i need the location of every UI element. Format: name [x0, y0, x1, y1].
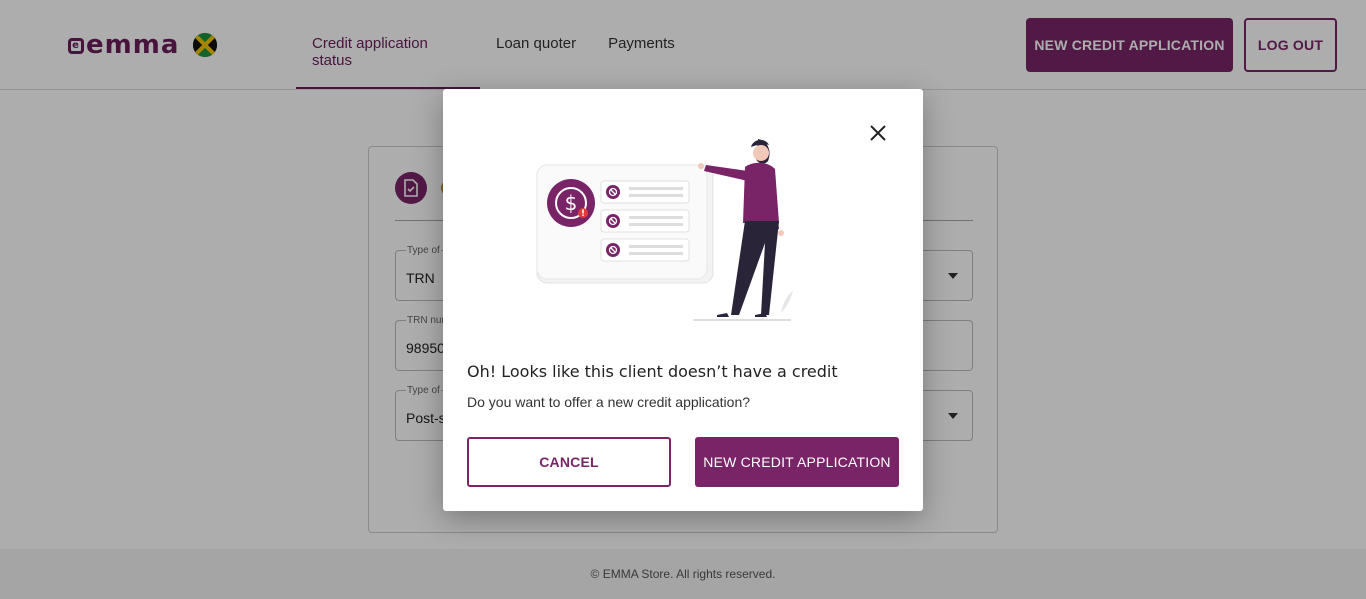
cancel-button[interactable]: CANCEL: [467, 437, 671, 487]
dialog-title: Oh! Looks like this client doesn’t have …: [467, 362, 838, 381]
no-credit-illustration: $: [536, 139, 793, 321]
block-icon: [600, 180, 690, 204]
no-credit-dialog: $ Oh! Looks like this client doesn’t hav…: [443, 89, 923, 511]
new-credit-application-button[interactable]: NEW CREDIT APPLICATION: [695, 437, 899, 487]
svg-text:$: $: [565, 191, 578, 215]
dialog-subtitle: Do you want to offer a new credit applic…: [467, 394, 751, 410]
close-icon[interactable]: [868, 123, 888, 143]
